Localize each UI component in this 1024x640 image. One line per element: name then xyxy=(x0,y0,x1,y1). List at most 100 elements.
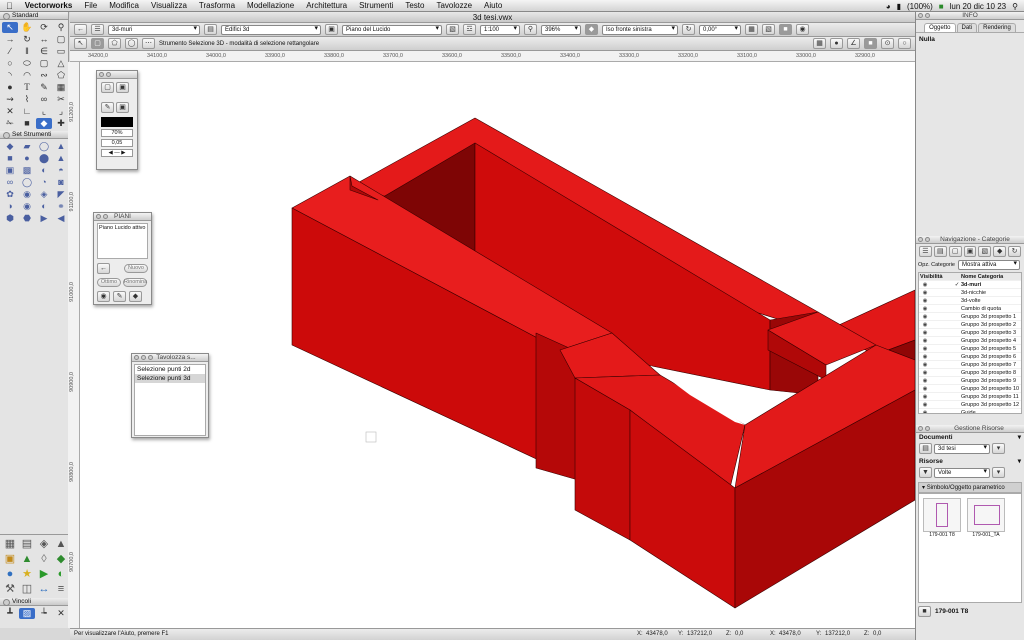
mirror-3d-icon[interactable]: ◤ xyxy=(53,189,69,200)
info-palette-header[interactable]: INFO xyxy=(916,12,1024,20)
dimension-tool-icon[interactable]: ∈ xyxy=(36,46,52,57)
menu-file[interactable]: File xyxy=(78,1,103,10)
sweep-icon[interactable]: ◯ xyxy=(36,141,52,152)
view-icon[interactable]: ◆ xyxy=(585,24,598,35)
trim-tool-icon[interactable]: ✂ xyxy=(53,94,69,105)
constraint-tangent-icon[interactable]: ✕ xyxy=(53,608,69,619)
visibility-eye-icon[interactable]: ◉ xyxy=(919,305,931,312)
pan-tool-icon[interactable]: ✋ xyxy=(19,22,35,33)
flag-icon[interactable]: ■ xyxy=(939,2,944,11)
polygon-tool-icon[interactable]: ⬠ xyxy=(53,70,69,81)
resource-header[interactable]: Gestione Risorse xyxy=(916,425,1024,433)
tracing-icon[interactable]: ▣ xyxy=(325,24,338,35)
menu-aiuto[interactable]: Aiuto xyxy=(478,1,508,10)
visibility-eye-icon[interactable]: ◉ xyxy=(919,281,931,288)
resources-toggle-icon[interactable]: ▾ xyxy=(1018,457,1021,466)
constraint-parallel-icon[interactable]: ▨ xyxy=(19,608,35,619)
loft-icon[interactable]: ▲ xyxy=(53,141,69,152)
push-pull-icon[interactable]: ▣ xyxy=(2,165,18,176)
lasso-select-mode-icon[interactable]: ◯ xyxy=(125,38,138,49)
category-row[interactable]: ◉ Gruppo 3d prospetto 12 xyxy=(919,401,1021,409)
snap-palette-header[interactable]: Tavolozza s... xyxy=(132,354,208,362)
chamfer-tool-icon[interactable]: ⌟ xyxy=(53,106,69,117)
fill-style-icon[interactable]: ▣ xyxy=(116,82,129,93)
layer-back-icon[interactable]: ← xyxy=(97,263,110,274)
layer-stack-icon[interactable]: ◆ xyxy=(129,291,142,302)
reshape-tool-icon[interactable]: ▢ xyxy=(53,34,69,45)
other-layer-button[interactable]: Ottimo xyxy=(97,278,121,287)
ellipse-tool-icon[interactable]: ⬭ xyxy=(19,58,35,69)
project-icon[interactable]: ⬣ xyxy=(19,213,35,224)
spiral-tool-icon[interactable]: ∞ xyxy=(36,94,52,105)
intersect-solid-icon[interactable]: ◔ xyxy=(36,177,52,188)
constraint-perpendicular-icon[interactable]: ┶ xyxy=(36,608,52,619)
pen-style-icon[interactable]: ▣ xyxy=(116,102,129,113)
detailing-icon[interactable]: ◐ xyxy=(53,567,69,581)
attributes-palette-header[interactable] xyxy=(97,71,137,79)
tracing-layer-dropdown[interactable]: Piano del Lucido xyxy=(342,24,442,35)
palette-vincoli-header[interactable]: Vincoli xyxy=(0,598,69,606)
subtract-solid-icon[interactable]: ◯ xyxy=(19,177,35,188)
tab-oggetto[interactable]: Oggetto xyxy=(924,23,956,32)
visibility-eye-icon[interactable]: ◉ xyxy=(919,361,931,368)
layer-icon[interactable]: ▤ xyxy=(204,24,217,35)
tab-rendering[interactable]: Rendering xyxy=(978,23,1016,32)
battery-icon[interactable]: ▮ xyxy=(897,2,901,11)
apple-menu-icon[interactable]:  xyxy=(0,1,19,11)
3d-shape-icon[interactable]: ◆ xyxy=(2,141,18,152)
chamfer-edge-icon[interactable]: ◓ xyxy=(53,165,69,176)
offset-tool-icon[interactable]: ⇝ xyxy=(2,94,18,105)
layers-palette-header[interactable]: PIANI xyxy=(94,213,151,221)
selection-tool-icon[interactable]: ↖ xyxy=(2,22,18,33)
locus-tool-icon[interactable]: ✚ xyxy=(53,118,69,129)
scale-field[interactable]: 1:100 xyxy=(480,24,520,35)
visibility-eye-icon[interactable]: ◉ xyxy=(919,385,931,392)
constraint-coincident-icon[interactable]: ┻ xyxy=(2,608,18,619)
render-mode-icon[interactable]: ◉ xyxy=(796,24,809,35)
nav-layer-icon[interactable]: ▤ xyxy=(933,246,947,257)
mirror-tool-icon[interactable]: ↔ xyxy=(36,34,52,45)
nav-class-icon[interactable]: ☰ xyxy=(919,246,932,257)
visibility-eye-icon[interactable]: ◉ xyxy=(919,401,931,408)
select-mode-icon[interactable]: ↖ xyxy=(74,38,87,49)
nav-sheet-icon[interactable]: ▢ xyxy=(948,246,962,257)
torus-icon[interactable]: ⚭ xyxy=(53,201,69,212)
nav-refresh-icon[interactable]: ↻ xyxy=(1008,246,1022,257)
nurbs-curve-icon[interactable]: ✿ xyxy=(2,189,18,200)
resource-info-icon[interactable]: ■ xyxy=(918,606,931,617)
camera-tool-icon[interactable]: ■ xyxy=(19,118,35,129)
documents-toggle-icon[interactable]: ▾ xyxy=(1018,433,1021,442)
resource-group-header[interactable]: ▾ Simbolo/Oggetto parametrico xyxy=(918,482,1022,493)
add-solid-icon[interactable]: ∞ xyxy=(2,177,18,188)
menu-tavolozze[interactable]: Tavolozze xyxy=(430,1,478,10)
snap-tangent-icon[interactable]: ○ xyxy=(898,38,911,49)
zoom-icon[interactable]: ⚲ xyxy=(524,24,537,35)
helix-icon[interactable]: ◐ xyxy=(36,201,52,212)
spotlight-icon[interactable]: ⚲ xyxy=(1012,2,1018,11)
visualization-icon[interactable]: ▶ xyxy=(36,567,52,581)
layer-edit-icon[interactable]: ✎ xyxy=(113,291,126,302)
category-row[interactable]: ◉ ✓ 3d-muri xyxy=(919,281,1021,289)
category-row[interactable]: ◉ 3d-nicchie xyxy=(919,289,1021,297)
plant-icon[interactable]: ▲ xyxy=(19,552,35,566)
menu-modellazione[interactable]: Modellazione xyxy=(241,1,300,10)
visibility-eye-icon[interactable]: ◉ xyxy=(919,313,931,320)
plane-mode-icon[interactable]: ■ xyxy=(779,24,792,35)
visibility-eye-icon[interactable]: ◉ xyxy=(919,329,931,336)
new-layer-button[interactable]: Nuovo xyxy=(124,264,148,273)
clock[interactable]: lun 20 dic 10 23 xyxy=(950,2,1007,11)
visibility-eye-icon[interactable]: ◉ xyxy=(919,409,931,413)
category-row[interactable]: ◉ Gruppo 3d prospetto 5 xyxy=(919,345,1021,353)
deform-icon[interactable]: ◈ xyxy=(36,189,52,200)
interpolate-icon[interactable]: ◀ xyxy=(53,213,69,224)
nav-ref-icon[interactable]: ▧ xyxy=(978,246,992,257)
layer-dropdown[interactable]: Edifici 3d xyxy=(221,24,321,35)
polygon-select-mode-icon[interactable]: ⬠ xyxy=(108,38,121,49)
snap-object-icon[interactable]: ● xyxy=(830,38,843,49)
document-dropdown[interactable]: 3d tesi xyxy=(934,443,990,454)
polyline-tool-icon[interactable]: ∾ xyxy=(36,70,52,81)
wrench-icon[interactable]: ⚒ xyxy=(2,582,18,596)
clip-tool-icon[interactable]: ✁ xyxy=(2,118,18,129)
category-row[interactable]: ◉ Gruppo 3d prospetto 8 xyxy=(919,369,1021,377)
light-icon[interactable]: ★ xyxy=(19,567,35,581)
